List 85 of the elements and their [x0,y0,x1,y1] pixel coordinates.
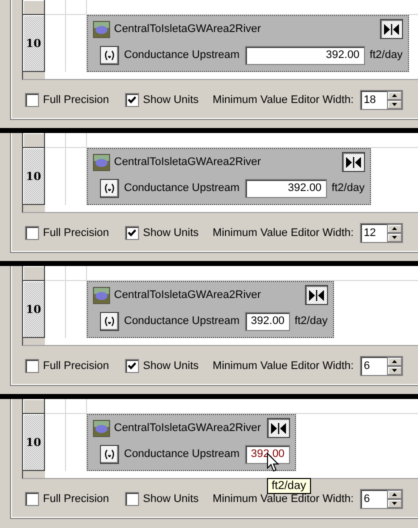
up-arrow-icon [392,94,397,96]
spin-up-button[interactable] [386,490,402,498]
spin-up-button[interactable] [386,90,402,100]
row-header[interactable]: 10 [23,15,45,72]
spin-down-button[interactable] [386,100,402,108]
spin-up-button[interactable] [386,224,402,232]
check-icon [128,228,136,236]
node-card[interactable]: CentralToIsletaGWArea2River Conductance Upstream 392.00 ft2/day [87,15,409,72]
node-title: CentralToIsletaGWArea2River [114,23,261,35]
up-arrow-icon [392,492,397,496]
lake-icon [93,154,110,170]
row-header [23,133,45,148]
checkbox-label: Full Precision [43,94,110,106]
row-header [23,0,45,15]
checkbox[interactable] [25,358,39,372]
units-label: ft2/day [332,182,365,194]
slot-label: Conductance Upstream [124,182,240,194]
checkbox-label: Full Precision [43,226,110,238]
width-label: Minimum Value Editor Width: [212,360,354,372]
checkbox[interactable] [125,226,140,240]
collapse-icon [384,24,399,34]
up-arrow-icon [392,360,397,362]
slot-label: Conductance Upstream [124,448,240,460]
spin-down-button[interactable] [386,366,402,374]
node-card[interactable]: CentralToIsletaGWArea2River Conductance Upstream 392.00 ft2/day [87,281,334,338]
down-arrow-icon [392,236,397,238]
collapse-icon [346,156,361,168]
width-label: Minimum Value Editor Width: [212,94,354,106]
checkbox[interactable] [25,92,39,106]
slot-button[interactable] [100,46,119,64]
value-field[interactable]: 392.00 [244,46,365,64]
slot-button[interactable] [100,178,119,198]
node-title: CentralToIsletaGWArea2River [114,289,261,301]
lake-icon [93,20,110,38]
width-spinner[interactable]: 12 [360,222,403,242]
up-arrow-icon [392,226,397,230]
collapse-button[interactable] [266,418,290,438]
check-icon [128,362,136,370]
width-label: Minimum Value Editor Width: [212,492,354,504]
node-title: CentralToIsletaGWArea2River [114,156,261,168]
spin-down-button[interactable] [386,232,402,242]
check-icon [128,96,136,104]
spin-down-button[interactable] [386,498,402,508]
checkbox-label: Show Units [143,94,199,106]
down-arrow-icon [392,368,397,372]
width-label: Minimum Value Editor Width: [212,226,354,238]
down-arrow-icon [392,502,397,504]
row-header [23,399,45,414]
units-tooltip: ft2/day [266,478,312,494]
slot-label: Conductance Upstream [124,49,240,61]
node-title: CentralToIsletaGWArea2River [114,422,261,434]
checkbox[interactable] [25,226,39,240]
checkbox-label: Full Precision [43,360,110,372]
collapse-icon [270,422,286,434]
checkbox[interactable] [25,492,39,506]
checkbox[interactable] [125,92,140,106]
units-label: ft2/day [294,315,328,327]
width-spinner[interactable]: 6 [360,356,403,376]
checkbox-label: Show Units [143,226,199,238]
value-field[interactable]: 392.00 [244,312,290,330]
collapse-icon [308,290,324,300]
collapse-button[interactable] [380,19,403,39]
checkbox-label: Show Units [143,360,199,372]
spin-up-button[interactable] [386,356,402,366]
lake-icon [93,286,110,304]
checkbox[interactable] [125,358,140,372]
width-spinner[interactable]: 6 [360,488,403,508]
lake-icon [93,420,110,436]
slot-button[interactable] [100,444,119,464]
units-label: ft2/day [370,49,403,61]
checkbox-label: Show Units [143,492,199,504]
row-header [23,266,45,281]
row-header[interactable]: 10 [23,414,45,471]
slot-label: Conductance Upstream [124,315,240,327]
slot-button[interactable] [100,312,119,330]
width-spinner[interactable]: 18 [360,90,403,110]
down-arrow-icon [392,102,397,106]
checkbox-label: Full Precision [43,492,110,504]
checkbox[interactable] [125,492,140,506]
node-card[interactable]: CentralToIsletaGWArea2River Conductance Upstream 392.00 ft2/day [87,148,371,205]
value-field[interactable]: 392.00 [244,178,327,198]
row-header[interactable]: 10 [23,281,45,338]
row-header[interactable]: 10 [23,148,45,205]
collapse-button[interactable] [304,285,328,305]
collapse-button[interactable] [342,152,365,172]
